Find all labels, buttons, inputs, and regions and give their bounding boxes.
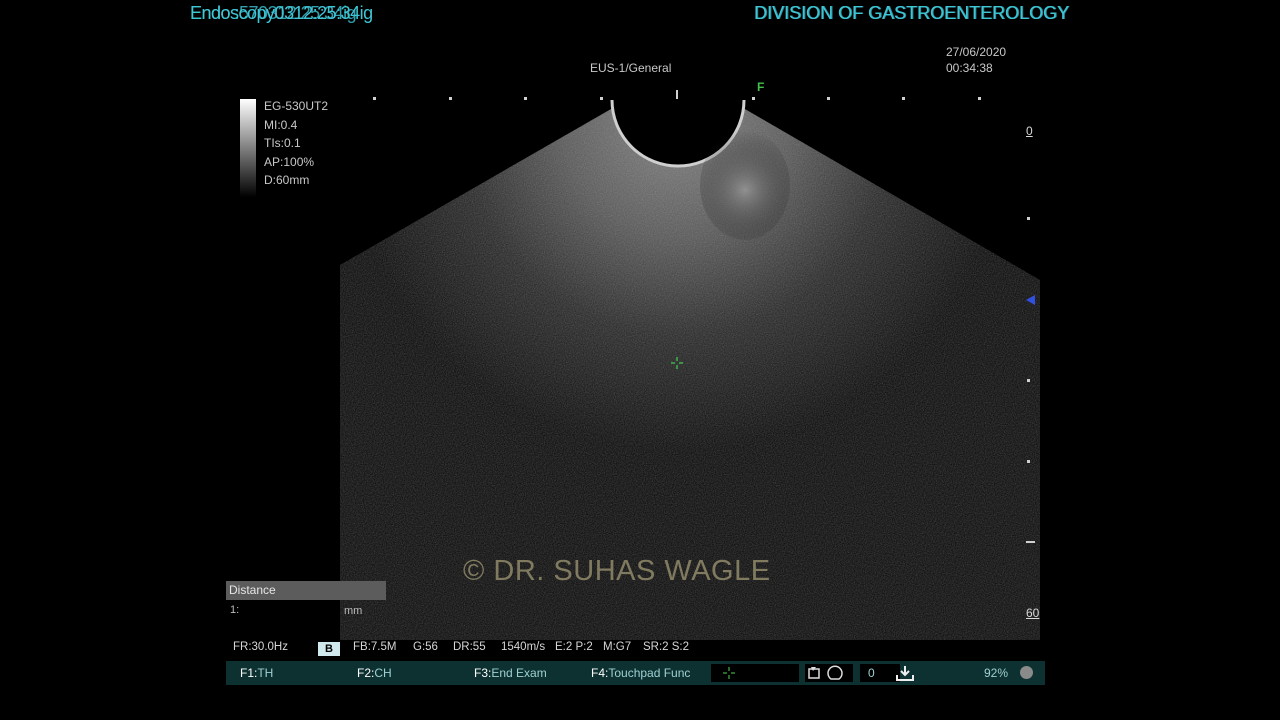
probe-params: EG-530UT2 MI:0.4 TIs:0.1 AP:100% D:60mm	[264, 97, 328, 190]
f3-key-text: End Exam	[491, 666, 547, 680]
f4-key-label: F4:	[591, 666, 609, 680]
image-record-slot[interactable]	[805, 664, 853, 682]
depth-top-label: 0	[1026, 124, 1033, 138]
frame-rate: FR:30.0Hz	[233, 641, 288, 653]
grayscale-bar	[240, 99, 256, 197]
f2-key[interactable]: F2:CH	[357, 666, 392, 680]
focus-marker: F	[757, 80, 765, 94]
distance-panel-title[interactable]: Distance	[226, 581, 386, 600]
top-scale-ticks	[373, 90, 981, 100]
param-mi: MI:0.4	[264, 117, 298, 132]
f1-key-text: TH	[257, 666, 274, 680]
param-probe: EG-530UT2	[264, 99, 329, 113]
smooth-settings: SR:2 S:2	[643, 641, 690, 653]
function-key-bar: F1:TH F2:CH F3:End Exam F4:Touchpad Func…	[226, 661, 1045, 685]
f1-key-label: F1:	[240, 666, 258, 680]
f4-key[interactable]: F4:Touchpad Func	[591, 666, 690, 680]
cine-record-icon	[808, 665, 843, 680]
bright-echo	[700, 130, 790, 240]
f2-key-text: CH	[374, 666, 392, 680]
watermark: © DR. SUHAS WAGLE	[463, 555, 771, 587]
f4-key-text: Touchpad Func	[608, 666, 691, 680]
distance-value: 1:	[230, 604, 240, 616]
distance-unit: mm	[344, 605, 363, 617]
dynamic-range: DR:55	[453, 641, 486, 653]
f3-key-label: F3:	[474, 666, 492, 680]
crosshair-icon	[723, 667, 735, 679]
enhance-persist: E:2 P:2	[555, 641, 593, 653]
touchpad-slot	[711, 664, 799, 682]
save-slot[interactable]	[890, 664, 920, 682]
f2-key-label: F2:	[357, 666, 375, 680]
sound-speed: 1540m/s	[501, 641, 546, 653]
battery-percent: 92%	[984, 666, 1009, 680]
b-mode-badge: B	[318, 642, 340, 656]
status-dot-icon	[1020, 666, 1033, 679]
f3-key[interactable]: F3:End Exam	[474, 666, 547, 680]
counter-value: 0	[868, 666, 875, 680]
param-depth: D:60mm	[264, 173, 310, 187]
ultrasound-image	[340, 90, 1040, 640]
param-ap: AP:100%	[264, 154, 315, 169]
save-download-icon	[896, 666, 914, 681]
gain: G:56	[413, 641, 438, 653]
param-tis: TIs:0.1	[264, 136, 301, 150]
depth-bottom-label: 60	[1026, 606, 1040, 620]
bright-echo-2	[660, 260, 740, 320]
freq-fb: FB:7.5M	[353, 641, 397, 653]
f1-key[interactable]: F1:TH	[240, 666, 273, 680]
map-gamma: M:G7	[603, 641, 632, 653]
